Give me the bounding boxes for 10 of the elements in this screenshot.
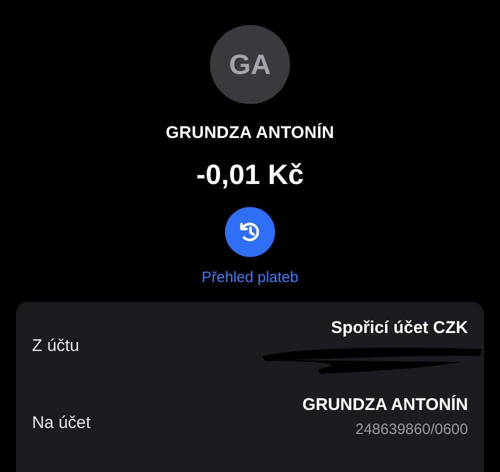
avatar: GA [210,25,290,104]
detail-label: Na účet [32,413,91,433]
detail-value: GRUNDZA ANTONÍN [302,395,468,415]
detail-value: Spořicí účet CZK [331,318,468,338]
payment-overview-link[interactable]: Přehled plateb [202,269,298,286]
amount: -0,01 Kč [196,159,304,192]
history-button[interactable] [225,207,275,257]
detail-label: Z účtu [32,336,80,356]
contact-name: GRUNDZA ANTONÍN [166,123,334,144]
account-number: 248639860/0600 [355,421,468,438]
